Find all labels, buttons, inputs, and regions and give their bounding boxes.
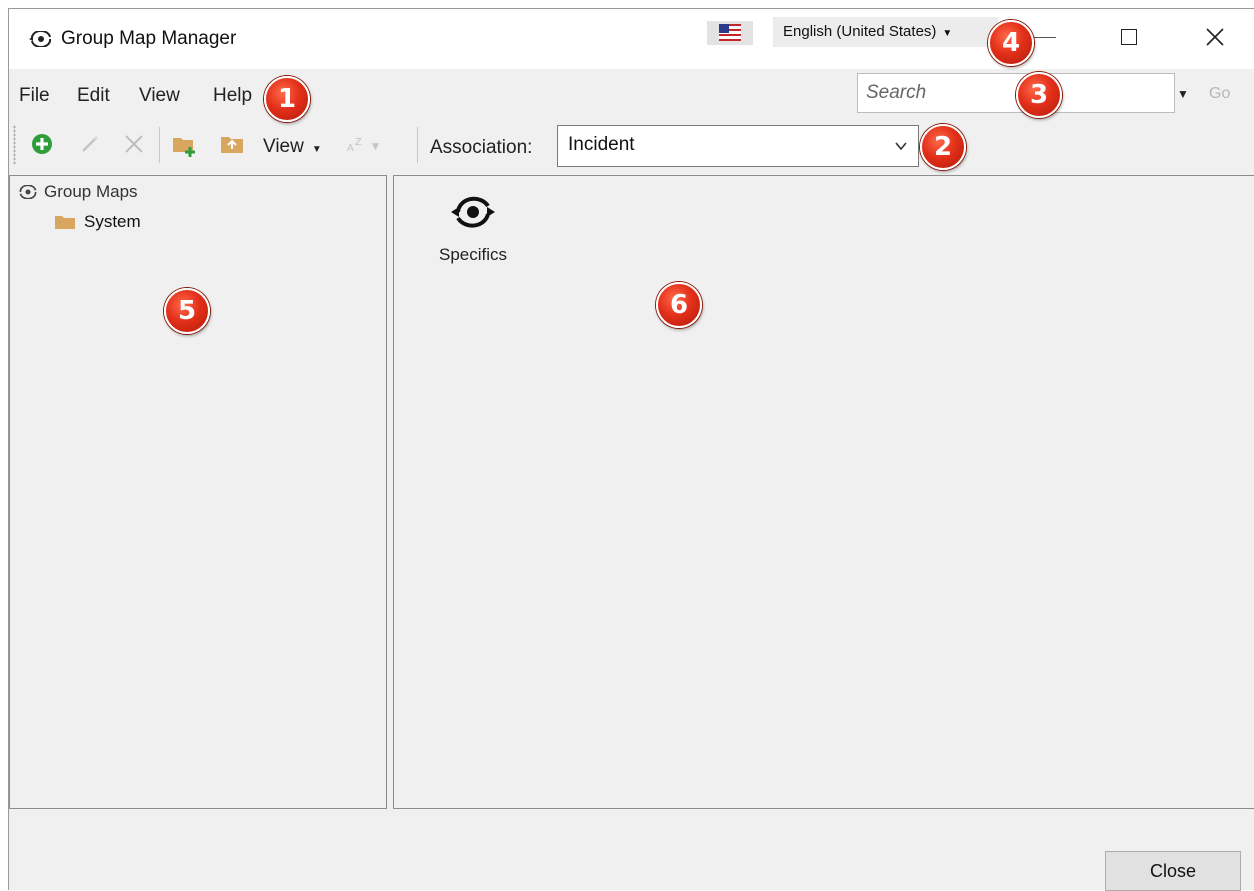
content-item-label: Specifics — [438, 245, 508, 264]
go-button[interactable]: Go — [1209, 85, 1230, 103]
language-flag[interactable] — [707, 21, 753, 45]
association-select[interactable]: Incident — [557, 125, 919, 167]
menu-view[interactable]: View — [139, 85, 180, 107]
toolbar-grip[interactable] — [13, 125, 16, 165]
app-window: Group Map Manager English (United States… — [8, 8, 1254, 891]
callout-badge: 6 — [656, 282, 702, 328]
chevron-down-icon — [895, 142, 907, 151]
window-title: Group Map Manager — [61, 28, 237, 49]
content-item-specifics[interactable]: Specifics — [418, 194, 528, 265]
group-maps-tree-pane[interactable]: Group Maps System — [9, 175, 387, 809]
callout-badge: 4 — [988, 20, 1034, 66]
close-button[interactable]: Close — [1105, 851, 1241, 891]
callout-badge: 1 — [264, 76, 310, 122]
group-map-content-pane[interactable]: Specifics — [393, 175, 1254, 809]
menu-help[interactable]: Help — [213, 85, 252, 107]
callout-badge: 3 — [1016, 72, 1062, 118]
caret-down-icon: ▼ — [311, 144, 322, 155]
minimize-button[interactable] — [1034, 37, 1056, 38]
association-value: Incident — [568, 134, 635, 155]
search-dropdown-icon[interactable]: ▼ — [1177, 87, 1189, 101]
title-bar: Group Map Manager English (United States… — [9, 9, 1254, 69]
tree-item-label: System — [84, 212, 141, 231]
menu-bar: File Edit View Help ▼ Go — [9, 69, 1254, 121]
language-label: English (United States) — [783, 23, 937, 40]
svg-text:A: A — [347, 143, 354, 154]
delete-icon[interactable] — [123, 133, 145, 155]
menu-file[interactable]: File — [19, 85, 50, 107]
svg-text:Z: Z — [355, 137, 362, 148]
group-map-icon — [29, 31, 52, 47]
maximize-button[interactable] — [1121, 29, 1137, 45]
us-flag-icon — [719, 24, 741, 41]
tree-root-group-maps[interactable]: Group Maps — [18, 182, 138, 202]
move-folder-icon[interactable] — [219, 133, 245, 155]
close-window-button[interactable] — [1201, 23, 1229, 51]
toolbar: View ▼ A Z ▼ Association: Incident — [9, 121, 1254, 173]
language-select[interactable]: English (United States) ▼ — [773, 17, 998, 47]
new-folder-icon[interactable] — [171, 133, 201, 157]
group-map-icon — [19, 184, 37, 200]
sort-icon[interactable]: A Z ▼ — [345, 133, 381, 155]
toolbar-separator — [417, 127, 418, 163]
add-icon[interactable] — [31, 133, 53, 155]
tree-item-system[interactable]: System — [54, 212, 141, 232]
edit-icon[interactable] — [79, 133, 101, 155]
callout-badge: 2 — [920, 124, 966, 170]
tree-root-label: Group Maps — [44, 182, 138, 201]
view-dropdown[interactable]: View ▼ — [263, 136, 322, 158]
view-dropdown-label: View — [263, 136, 304, 157]
folder-icon — [55, 216, 75, 229]
svg-text:▼: ▼ — [372, 142, 379, 152]
caret-down-icon: ▼ — [942, 28, 953, 39]
callout-badge: 5 — [164, 288, 210, 334]
toolbar-separator — [159, 127, 160, 163]
association-label: Association: — [430, 137, 533, 158]
menu-edit[interactable]: Edit — [77, 85, 110, 107]
group-map-icon — [451, 196, 495, 228]
